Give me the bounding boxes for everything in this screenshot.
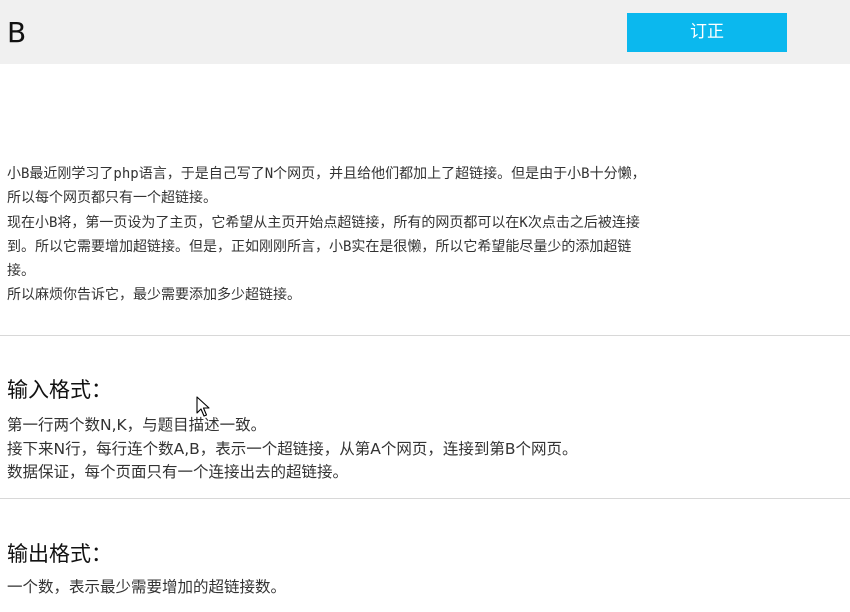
input-format-body: 第一行两个数N,K，与题目描述一致。 接下来N行，每行连个数A,B，表示一个超链… [7,414,842,485]
description-line: 现在小B将，第一页设为了主页，它希望从主页开始点超链接，所有的网页都可以在K次点… [7,214,640,231]
mouse-pointer-icon [196,396,210,417]
description-line: 所以每个网页都只有一个超链接。 [7,190,217,207]
problem-description: 小B最近刚学习了php语言，于是自己写了N个网页，并且给他们都加上了超链接。但是… [7,162,842,308]
description-line: 小B最近刚学习了php语言，于是自己写了N个网页，并且给他们都加上了超链接。但是… [7,166,646,182]
description-line: 接。 [7,263,35,280]
section-divider [0,498,850,499]
description-line: 所以麻烦你告诉它，最少需要添加多少超链接。 [7,287,301,304]
output-format-line: 一个数，表示最少需要增加的超链接数。 [7,578,287,596]
output-format-title: 输出格式： [7,542,112,566]
section-divider [0,335,850,336]
description-line: 到。所以它需要增加超链接。但是，正如刚刚所言，小B实在是很懒，所以它希望能尽量少… [7,238,632,255]
page-header: B 订正 [0,0,850,64]
input-format-line: 第一行两个数N,K，与题目描述一致。 [7,416,267,434]
problem-title: B [7,16,27,49]
input-format-line: 数据保证，每个页面只有一个连接出去的超链接。 [7,463,349,481]
output-format-body: 一个数，表示最少需要增加的超链接数。 [7,576,842,600]
correct-button[interactable]: 订正 [627,13,787,52]
input-format-line: 接下来N行，每行连个数A,B，表示一个超链接，从第A个网页，连接到第B个网页。 [7,439,578,458]
input-format-title: 输入格式： [7,378,112,402]
